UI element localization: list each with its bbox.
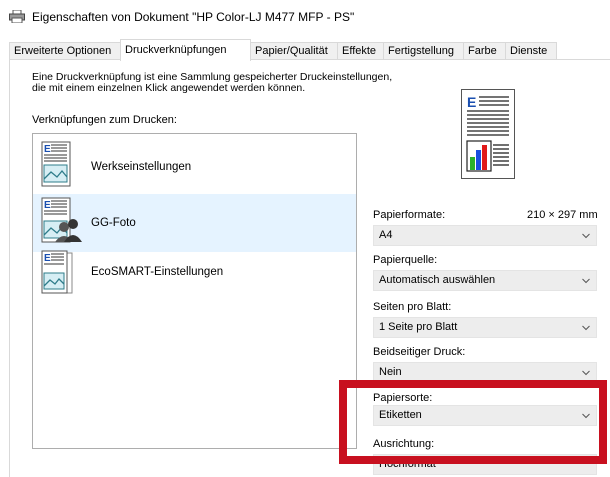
document-pages-icon: E bbox=[41, 250, 73, 294]
chevron-down-icon bbox=[582, 233, 590, 239]
description-line-2: die mit einem einzelnen Klick angewendet… bbox=[32, 82, 306, 94]
chevron-down-icon bbox=[582, 278, 590, 284]
shortcut-item-label: EcoSMART-Einstellungen bbox=[91, 266, 224, 278]
svg-text:E: E bbox=[467, 94, 476, 110]
duplex-value: Nein bbox=[379, 366, 402, 378]
shortcut-item-ecosmart[interactable]: E EcoSMART-Einstellungen bbox=[33, 249, 356, 307]
tab-print-shortcuts[interactable]: Druckverknüpfungen bbox=[120, 39, 251, 61]
document-preview: E bbox=[461, 89, 515, 179]
chevron-down-icon bbox=[582, 325, 590, 331]
highlight-box bbox=[339, 380, 607, 464]
tab-services[interactable]: Dienste bbox=[505, 42, 557, 59]
chevron-down-icon bbox=[582, 370, 590, 376]
document-users-icon: E bbox=[41, 197, 82, 243]
shortcut-item-label: GG-Foto bbox=[91, 217, 136, 229]
paper-size-select[interactable]: A4 bbox=[373, 225, 597, 246]
svg-text:E: E bbox=[44, 253, 51, 264]
tab-advanced-options[interactable]: Erweiterte Optionen bbox=[9, 42, 121, 59]
shortcut-list[interactable]: E Werkseinstellungen E GG-Foto E EcoSMAR… bbox=[32, 133, 357, 449]
tab-color[interactable]: Farbe bbox=[463, 42, 506, 59]
paper-source-label: Papierquelle: bbox=[373, 254, 438, 266]
document-landscape-icon: E bbox=[41, 141, 71, 187]
paper-size-value: A4 bbox=[379, 229, 393, 241]
description: Eine Druckverknüpfung ist eine Sammlung … bbox=[32, 72, 392, 94]
window-title: Eigenschaften von Dokument "HP Color-LJ … bbox=[32, 10, 355, 24]
pages-per-sheet-select[interactable]: 1 Seite pro Blatt bbox=[373, 317, 597, 338]
paper-source-value: Automatisch auswählen bbox=[379, 274, 496, 286]
tab-finishing[interactable]: Fertigstellung bbox=[383, 42, 464, 59]
duplex-label: Beidseitiger Druck: bbox=[373, 346, 466, 358]
shortcuts-label: Verknüpfungen zum Drucken: bbox=[32, 114, 177, 126]
svg-text:E: E bbox=[44, 200, 51, 211]
tab-paper-quality[interactable]: Papier/Qualität bbox=[250, 42, 338, 59]
printer-icon bbox=[9, 10, 25, 23]
pages-per-sheet-value: 1 Seite pro Blatt bbox=[379, 321, 458, 333]
shortcut-item-factory[interactable]: E Werkseinstellungen bbox=[33, 136, 356, 194]
shortcut-item-label: Werkseinstellungen bbox=[91, 161, 192, 173]
tab-effects[interactable]: Effekte bbox=[337, 42, 384, 59]
paper-size-label: Papierformate: bbox=[373, 209, 446, 221]
document-preview-icon: E bbox=[466, 94, 509, 172]
paper-source-select[interactable]: Automatisch auswählen bbox=[373, 270, 597, 291]
svg-text:E: E bbox=[44, 144, 51, 155]
pages-per-sheet-label: Seiten pro Blatt: bbox=[373, 301, 452, 313]
shortcut-item-gg-foto[interactable]: E GG-Foto bbox=[33, 194, 356, 252]
title-bar: Eigenschaften von Dokument "HP Color-LJ … bbox=[0, 0, 610, 34]
paper-size-dimension: 210 × 297 mm bbox=[527, 209, 598, 221]
